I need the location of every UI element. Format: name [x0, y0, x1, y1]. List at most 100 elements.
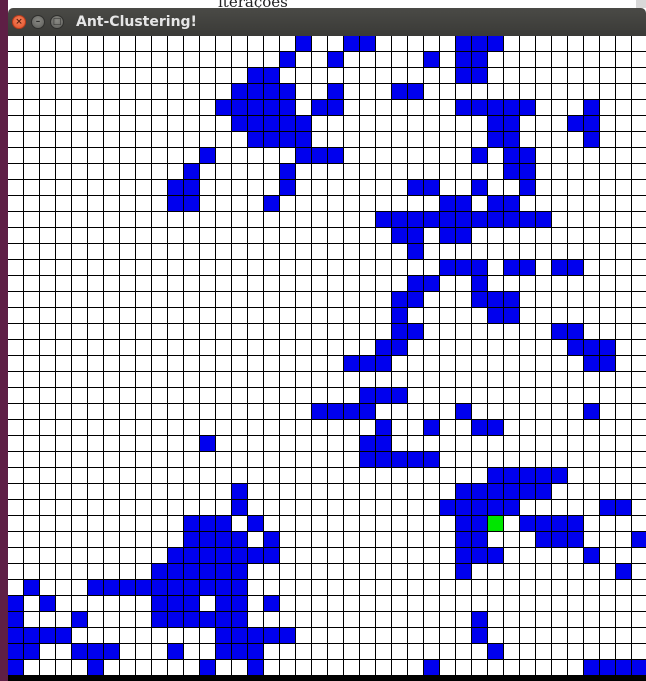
empty-cell — [344, 68, 359, 83]
item-cell — [360, 452, 375, 467]
empty-cell — [120, 564, 135, 579]
item-cell — [456, 404, 471, 419]
empty-cell — [520, 564, 535, 579]
empty-cell — [136, 548, 151, 563]
empty-cell — [56, 660, 71, 675]
maximize-button[interactable]: □ — [50, 15, 64, 29]
empty-cell — [248, 388, 263, 403]
minimize-button[interactable]: – — [31, 15, 45, 29]
empty-cell — [584, 292, 599, 307]
empty-cell — [584, 68, 599, 83]
item-cell — [184, 196, 199, 211]
item-cell — [472, 148, 487, 163]
empty-cell — [520, 660, 535, 675]
empty-cell — [296, 52, 311, 67]
empty-cell — [40, 100, 55, 115]
empty-cell — [296, 660, 311, 675]
empty-cell — [504, 644, 519, 659]
empty-cell — [248, 148, 263, 163]
item-cell — [520, 516, 535, 531]
empty-cell — [632, 452, 646, 467]
item-cell — [472, 548, 487, 563]
empty-cell — [8, 420, 23, 435]
empty-cell — [216, 500, 231, 515]
empty-cell — [8, 516, 23, 531]
empty-cell — [600, 484, 615, 499]
empty-cell — [344, 468, 359, 483]
empty-cell — [56, 644, 71, 659]
item-cell — [552, 516, 567, 531]
empty-cell — [72, 628, 87, 643]
empty-cell — [536, 452, 551, 467]
empty-cell — [8, 372, 23, 387]
empty-cell — [584, 52, 599, 67]
empty-cell — [408, 116, 423, 131]
empty-cell — [216, 436, 231, 451]
empty-cell — [8, 452, 23, 467]
empty-cell — [56, 340, 71, 355]
empty-cell — [312, 228, 327, 243]
item-cell — [408, 84, 423, 99]
empty-cell — [72, 276, 87, 291]
empty-cell — [568, 452, 583, 467]
empty-cell — [152, 516, 167, 531]
empty-cell — [376, 308, 391, 323]
item-cell — [24, 628, 39, 643]
empty-cell — [456, 388, 471, 403]
empty-cell — [600, 388, 615, 403]
item-cell — [504, 100, 519, 115]
empty-cell — [296, 468, 311, 483]
empty-cell — [376, 516, 391, 531]
empty-cell — [360, 196, 375, 211]
empty-cell — [440, 292, 455, 307]
empty-cell — [264, 52, 279, 67]
item-cell — [552, 324, 567, 339]
empty-cell — [552, 212, 567, 227]
empty-cell — [248, 580, 263, 595]
empty-cell — [568, 644, 583, 659]
item-cell — [568, 532, 583, 547]
empty-cell — [632, 100, 646, 115]
ant-clustering-grid[interactable] — [8, 36, 646, 675]
window-titlebar[interactable]: × – □ Ant-Clustering! — [8, 8, 646, 36]
empty-cell — [312, 244, 327, 259]
empty-cell — [328, 436, 343, 451]
empty-cell — [536, 324, 551, 339]
empty-cell — [120, 260, 135, 275]
simulation-canvas[interactable] — [8, 36, 646, 681]
empty-cell — [456, 436, 471, 451]
empty-cell — [392, 36, 407, 51]
item-cell — [344, 356, 359, 371]
empty-cell — [56, 52, 71, 67]
empty-cell — [424, 644, 439, 659]
empty-cell — [360, 276, 375, 291]
item-cell — [184, 164, 199, 179]
empty-cell — [152, 340, 167, 355]
empty-cell — [504, 68, 519, 83]
empty-cell — [344, 244, 359, 259]
empty-cell — [328, 564, 343, 579]
item-cell — [280, 52, 295, 67]
empty-cell — [184, 484, 199, 499]
empty-cell — [24, 372, 39, 387]
empty-cell — [152, 212, 167, 227]
empty-cell — [392, 180, 407, 195]
item-cell — [232, 84, 247, 99]
item-cell — [88, 660, 103, 675]
empty-cell — [584, 260, 599, 275]
empty-cell — [632, 612, 646, 627]
empty-cell — [8, 164, 23, 179]
empty-cell — [600, 100, 615, 115]
empty-cell — [392, 484, 407, 499]
empty-cell — [584, 468, 599, 483]
empty-cell — [408, 644, 423, 659]
close-button[interactable]: × — [12, 15, 26, 29]
item-cell — [488, 420, 503, 435]
empty-cell — [616, 324, 631, 339]
empty-cell — [264, 484, 279, 499]
empty-cell — [136, 484, 151, 499]
item-cell — [56, 628, 71, 643]
empty-cell — [104, 116, 119, 131]
window-title: Ant-Clustering! — [76, 14, 197, 30]
empty-cell — [392, 148, 407, 163]
